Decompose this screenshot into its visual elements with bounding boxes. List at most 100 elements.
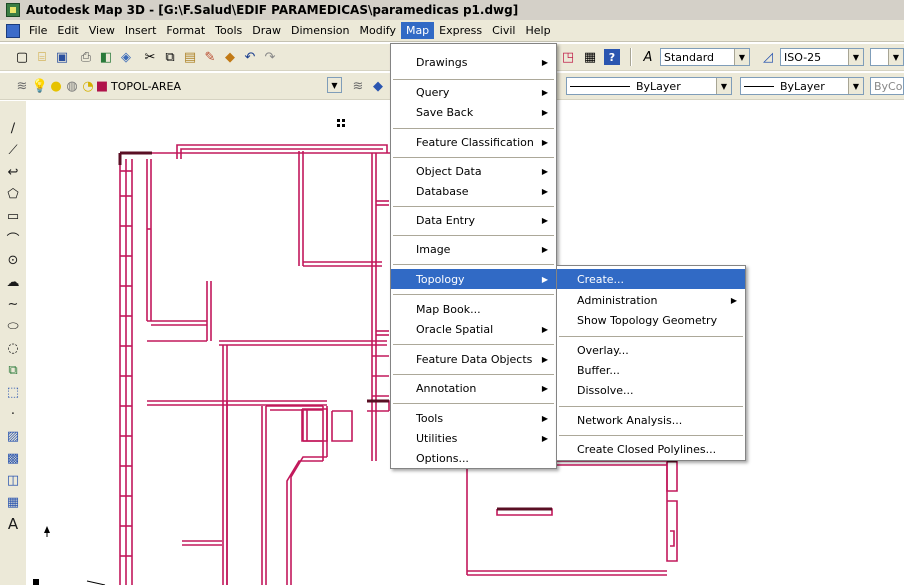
menu-separator [559, 406, 743, 407]
submenu-arrow-icon: ▶ [541, 107, 548, 117]
linetype-select[interactable]: ByLayer ▼ [566, 77, 732, 95]
block-editor-icon[interactable]: ◆ [222, 49, 238, 65]
submenu-arrow-icon: ▶ [541, 244, 548, 254]
menu-item-utilities[interactable]: Utilities ▶ [391, 428, 556, 448]
submenu-arrow-icon: ▶ [541, 383, 548, 393]
text-style-icon[interactable]: A [640, 49, 656, 65]
chevron-down-icon: ▼ [848, 49, 863, 65]
arc-icon[interactable]: ⌒ [4, 229, 22, 248]
menu-edit[interactable]: Edit [52, 22, 83, 39]
menu-item-options[interactable]: Options... [391, 448, 556, 468]
menu-draw[interactable]: Draw [247, 22, 286, 39]
dim-style-select[interactable]: ISO-25 ▼ [780, 48, 864, 66]
menu-item-administration[interactable]: Administration ▶ [557, 290, 745, 310]
menu-dimension[interactable]: Dimension [286, 22, 354, 39]
paste-icon[interactable]: ▤ [182, 49, 198, 65]
calculator-icon[interactable]: ▦ [582, 49, 598, 65]
layer-select[interactable]: TOPOL-AREA ▼ [108, 77, 346, 95]
menu-item-topology[interactable]: Topology ▶ [391, 269, 556, 289]
menu-separator [393, 403, 554, 404]
grip-marker[interactable] [337, 119, 345, 127]
menu-item-map-book[interactable]: Map Book... [391, 299, 556, 319]
menu-tools[interactable]: Tools [210, 22, 247, 39]
chevron-down-icon: ▼ [716, 78, 731, 94]
revision-cloud-icon[interactable]: ☁ [4, 273, 22, 291]
menu-item-query[interactable]: Query ▶ [391, 82, 556, 102]
polygon-icon[interactable]: ⬠ [4, 185, 22, 203]
open-file-icon[interactable]: ⌸ [34, 49, 50, 65]
menu-item-overlay[interactable]: Overlay... [557, 340, 745, 360]
circle-icon[interactable]: ⊙ [4, 251, 22, 269]
plotstyle-select[interactable]: ByCo [870, 77, 904, 95]
menu-help[interactable]: Help [520, 22, 555, 39]
polyline-icon[interactable]: ↩ [4, 163, 22, 181]
plot-icon[interactable]: ⎙ [78, 49, 94, 65]
table-style-select[interactable]: ▼ [870, 48, 904, 66]
cut-icon[interactable]: ✂ [142, 49, 158, 65]
layer-manager-icon[interactable]: ≋ [14, 78, 30, 94]
menu-modify[interactable]: Modify [355, 22, 401, 39]
save-icon[interactable]: ▣ [54, 49, 70, 65]
layer-lock-icon[interactable]: ◍ [64, 78, 80, 94]
menu-item-feature-classification[interactable]: Feature Classification ▶ [391, 132, 556, 152]
menu-item-object-data[interactable]: Object Data ▶ [391, 161, 556, 181]
menu-item-buffer[interactable]: Buffer... [557, 360, 745, 380]
menu-item-tools[interactable]: Tools ▶ [391, 408, 556, 428]
insert-block-icon[interactable]: ⧉ [4, 361, 22, 379]
region-icon[interactable]: ◫ [4, 471, 22, 489]
menu-item-create-closed-polylines[interactable]: Create Closed Polylines... [557, 439, 745, 459]
layer-on-icon[interactable]: 💡 [32, 78, 48, 94]
quickcalc-icon[interactable]: ◳ [560, 49, 576, 65]
ellipse-arc-icon[interactable]: ◌ [4, 339, 22, 357]
dim-style-icon[interactable]: ◿ [760, 49, 776, 65]
gradient-icon[interactable]: ▩ [4, 449, 22, 467]
text-style-select[interactable]: Standard ▼ [660, 48, 750, 66]
line-icon[interactable]: ∕ [4, 119, 22, 137]
submenu-arrow-icon: ▶ [730, 295, 737, 305]
menu-item-annotation[interactable]: Annotation ▶ [391, 378, 556, 398]
ellipse-icon[interactable]: ⬭ [4, 317, 22, 335]
menu-item-show-topology-geometry[interactable]: Show Topology Geometry [557, 310, 745, 330]
publish-icon[interactable]: ◈ [118, 49, 134, 65]
menu-item-dissolve[interactable]: Dissolve... [557, 380, 745, 400]
copy-icon[interactable]: ⧉ [162, 49, 178, 65]
menu-insert[interactable]: Insert [120, 22, 162, 39]
construction-line-icon[interactable]: ⟋ [4, 141, 22, 159]
menu-item-data-entry[interactable]: Data Entry ▶ [391, 210, 556, 230]
menu-item-image[interactable]: Image ▶ [391, 239, 556, 259]
hatch-icon[interactable]: ▨ [4, 427, 22, 445]
menu-express[interactable]: Express [434, 22, 487, 39]
point-icon[interactable]: · [4, 405, 22, 423]
new-file-icon[interactable]: ▢ [14, 49, 30, 65]
multiline-text-icon[interactable]: A [4, 515, 22, 533]
make-block-icon[interactable]: ⬚ [4, 383, 22, 401]
menu-item-oracle-spatial[interactable]: Oracle Spatial ▶ [391, 319, 556, 339]
layer-thaw-icon[interactable]: ● [48, 78, 64, 94]
plot-preview-icon[interactable]: ◧ [98, 49, 114, 65]
lineweight-select[interactable]: ByLayer ▼ [740, 77, 864, 95]
spline-icon[interactable]: ∼ [4, 295, 22, 313]
table-icon[interactable]: ▦ [4, 493, 22, 511]
make-layer-current-icon[interactable]: ≋ [350, 78, 366, 94]
menu-item-drawings[interactable]: Drawings ▶ [391, 52, 556, 72]
menu-item-database[interactable]: Database ▶ [391, 181, 556, 201]
menu-map[interactable]: Map [400, 22, 435, 39]
rectangle-icon[interactable]: ▭ [4, 207, 22, 225]
menu-civil[interactable]: Civil [487, 22, 520, 39]
app-icon[interactable] [6, 3, 20, 17]
redo-icon[interactable]: ↷ [262, 49, 278, 65]
menu-separator [393, 206, 554, 207]
undo-icon[interactable]: ↶ [242, 49, 258, 65]
match-properties-icon[interactable]: ✎ [202, 49, 218, 65]
menu-item-network-analysis[interactable]: Network Analysis... [557, 410, 745, 430]
menu-view[interactable]: View [84, 22, 120, 39]
help-icon[interactable]: ? [604, 49, 620, 65]
menu-item-feature-data-objects[interactable]: Feature Data Objects ▶ [391, 349, 556, 369]
menu-format[interactable]: Format [161, 22, 210, 39]
layer-previous-icon[interactable]: ◆ [370, 78, 386, 94]
window-title: Autodesk Map 3D - [G:\F.Salud\EDIF PARAM… [26, 3, 519, 17]
menu-item-save-back[interactable]: Save Back ▶ [391, 102, 556, 122]
menu-item-create[interactable]: Create... [557, 269, 745, 289]
menu-file[interactable]: File [24, 22, 52, 39]
document-icon[interactable] [6, 23, 20, 38]
